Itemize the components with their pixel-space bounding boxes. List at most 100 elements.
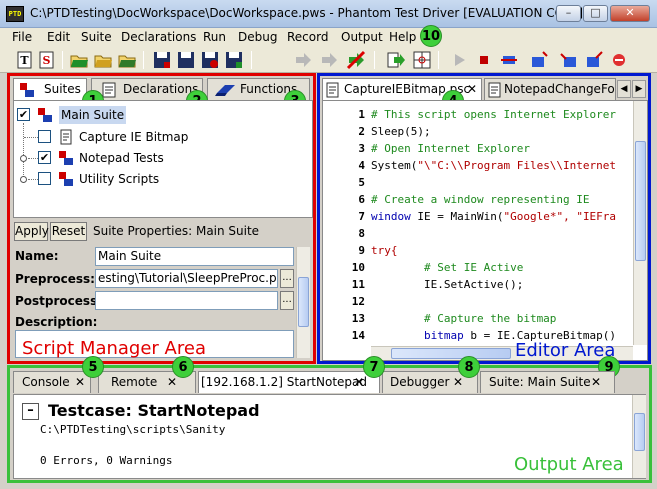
editor-vertical-scrollbar[interactable] (633, 101, 647, 345)
menu-debug[interactable]: Debug (238, 30, 277, 44)
output-area-label: Output Area (514, 454, 624, 475)
code-token: "Google*", "IEFra (503, 210, 617, 223)
tab-label: NotepadChangeFor... (504, 82, 615, 96)
minimize-button[interactable]: – (556, 5, 581, 22)
description-label: Description: (15, 315, 98, 329)
scrollbar-thumb[interactable] (391, 348, 511, 359)
output-scrollbar[interactable] (632, 395, 646, 478)
code-line: # Set IE Active (371, 261, 524, 274)
new-suite-icon[interactable]: S (37, 50, 57, 70)
line-number: 10 (351, 261, 365, 274)
menu-output[interactable]: Output (341, 30, 383, 44)
suite-icon (59, 151, 73, 165)
save-suite-icon[interactable] (200, 50, 220, 70)
step-into-icon[interactable] (529, 50, 549, 70)
toolbar-separator (143, 51, 144, 69)
line-number: 8 (358, 227, 365, 240)
suite-tree: ✔ Main Suite Capture IE Bitmap ✔ Notepad… (13, 100, 313, 218)
menu-declarations[interactable]: Declarations (121, 30, 196, 44)
functions-icon (215, 85, 235, 96)
checkbox-unchecked[interactable] (38, 130, 51, 143)
reset-button[interactable]: Reset (50, 222, 87, 241)
save-all-icon[interactable] (176, 50, 196, 70)
testcase-path: C:\PTDTesting\scripts\Sanity (40, 423, 226, 436)
step-over-icon[interactable] (499, 50, 519, 70)
editor-area-label: Editor Area (515, 340, 616, 361)
menu-suite[interactable]: Suite (81, 30, 112, 44)
svg-text:T: T (20, 54, 29, 67)
window-picker-icon[interactable] (412, 50, 432, 70)
open-folder-icon[interactable] (69, 50, 89, 70)
suite-icon (38, 108, 52, 122)
callout-badge-5: 5 (82, 356, 104, 378)
postprocess-field[interactable] (95, 291, 278, 310)
menu-edit[interactable]: Edit (47, 30, 70, 44)
apply-button[interactable]: Apply (14, 222, 49, 241)
close-tab-icon[interactable]: ✕ (591, 372, 601, 392)
code-token: "\"C:\\Program Files\\Internet (417, 159, 617, 172)
close-tab-icon[interactable]: ✕ (467, 79, 477, 99)
postprocess-browse-button[interactable]: ... (280, 291, 294, 310)
debug-play-icon[interactable] (449, 50, 469, 70)
tab-scroll-left-icon[interactable]: ◀ (617, 80, 631, 98)
checkbox-unchecked[interactable] (38, 172, 51, 185)
tab-suite-main-suite[interactable]: Suite: Main Suite ✕ (480, 371, 615, 393)
checkbox-checked[interactable]: ✔ (38, 151, 51, 164)
menu-run[interactable]: Run (203, 30, 226, 44)
tab-console[interactable]: Console ✕ (13, 371, 91, 393)
script-icon (60, 129, 72, 145)
open-workspace-icon[interactable] (117, 50, 137, 70)
line-number-gutter: 1 2 3 4 5 6 7 8 9 10 11 12 13 14 (323, 101, 369, 345)
tab-label: [192.168.1.2] StartNotepad (201, 375, 368, 389)
reset-debug-icon[interactable] (609, 50, 629, 70)
app-icon: PTD (6, 6, 24, 22)
stop-run-icon[interactable] (346, 50, 366, 70)
run-disabled-icon[interactable] (293, 50, 313, 70)
save-declarations-icon[interactable] (224, 50, 244, 70)
code-area[interactable]: # This script opens Internet Explorer Sl… (371, 101, 631, 345)
tab-scroll-right-icon[interactable]: ▶ (632, 80, 646, 98)
preprocess-label: Preprocess: (15, 272, 95, 286)
line-number: 4 (358, 159, 365, 172)
tree-item-label: Capture IE Bitmap (79, 130, 189, 144)
expand-toggle-icon[interactable] (20, 176, 27, 183)
code-editor[interactable]: 1 2 3 4 5 6 7 8 9 10 11 12 13 14 # This … (322, 100, 648, 361)
collapse-toggle-icon[interactable]: – (22, 403, 39, 420)
scrollbar-thumb[interactable] (635, 141, 646, 261)
preprocess-field[interactable]: esting\Tutorial\SleepPreProc.psc (95, 269, 278, 288)
close-button[interactable]: ✕ (610, 5, 650, 22)
name-field[interactable]: Main Suite (95, 247, 294, 266)
menu-record[interactable]: Record (287, 30, 328, 44)
toolbar-separator (62, 51, 63, 69)
close-tab-icon[interactable]: ✕ (75, 372, 85, 392)
checkbox-checked[interactable]: ✔ (17, 108, 30, 121)
menu-file[interactable]: File (12, 30, 32, 44)
maximize-button[interactable]: □ (583, 5, 608, 22)
close-tab-icon[interactable]: ✕ (354, 372, 364, 392)
new-test-icon[interactable]: T (15, 50, 35, 70)
step-return-icon[interactable] (584, 50, 604, 70)
suite-icon (20, 83, 34, 97)
tab-start-notepad[interactable]: [192.168.1.2] StartNotepad ✕ (198, 371, 380, 393)
line-number: 3 (358, 142, 365, 155)
tab-suites[interactable]: Suites (13, 78, 87, 100)
scrollbar-thumb[interactable] (634, 413, 645, 451)
save-icon[interactable] (152, 50, 172, 70)
preprocess-browse-button[interactable]: ... (280, 269, 294, 288)
run-suite-disabled-icon[interactable] (319, 50, 339, 70)
open-suite-folder-icon[interactable] (93, 50, 113, 70)
properties-scrollbar[interactable] (296, 247, 310, 358)
expand-toggle-icon[interactable] (20, 155, 27, 162)
scrollbar-thumb[interactable] (298, 277, 309, 327)
step-out-icon[interactable] (559, 50, 579, 70)
tab-notepad-change-format[interactable]: NotepadChangeFor... (484, 78, 616, 100)
code-line: System("\"C:\\Program Files\\Internet (371, 159, 616, 172)
menu-help[interactable]: Help (389, 30, 416, 44)
callout-badge-6: 6 (172, 356, 194, 378)
window-title: C:\PTDTesting\DocWorkspace\DocWorkspace.… (30, 6, 584, 20)
name-label: Name: (15, 249, 59, 263)
debug-stop-icon[interactable] (474, 50, 494, 70)
export-icon[interactable] (386, 50, 406, 70)
code-token: bitmap (371, 329, 464, 342)
toolbar-separator (251, 51, 252, 69)
